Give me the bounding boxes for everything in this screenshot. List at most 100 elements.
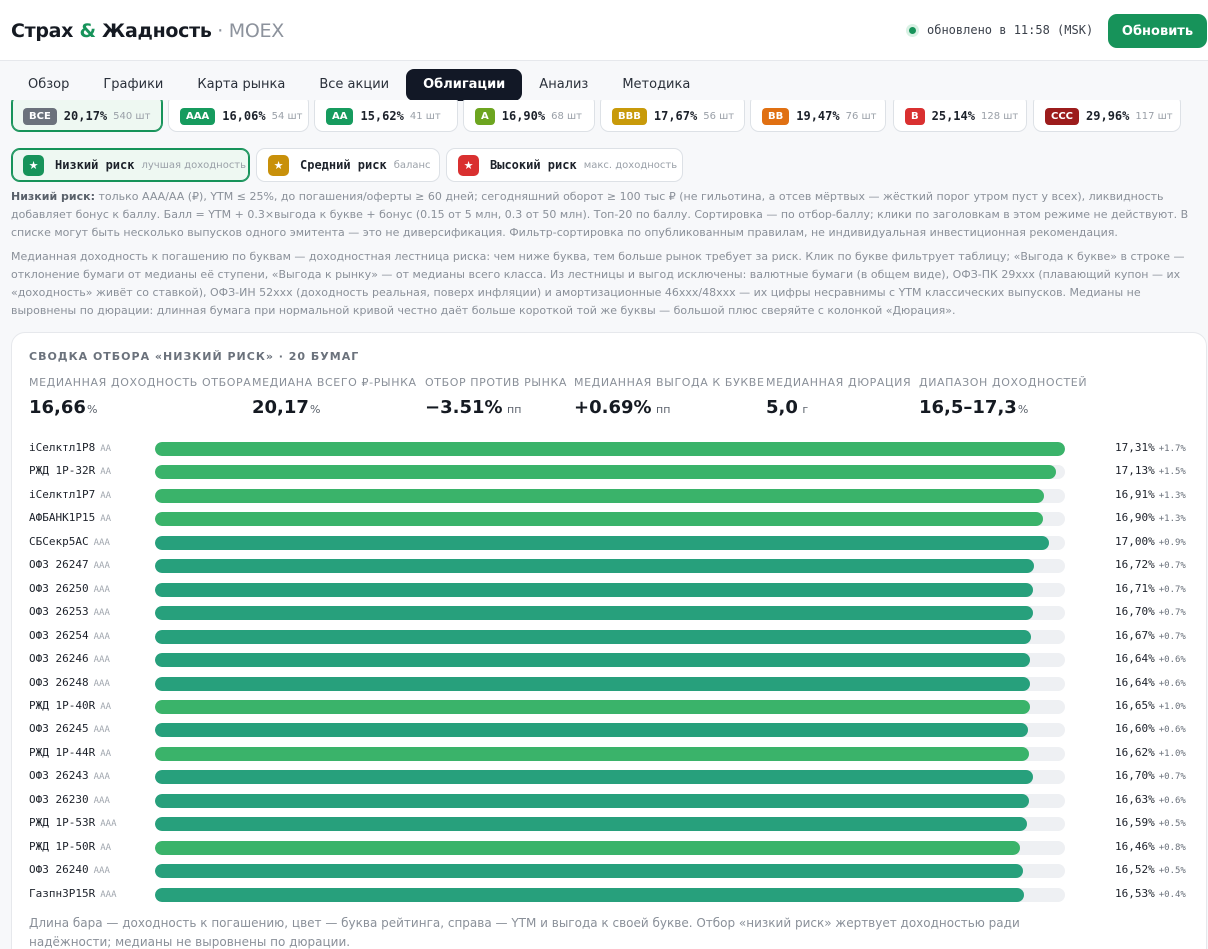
bond-row[interactable]: АФБАНК1Р15 AA 16,90% +1.3% [29,510,1205,527]
bond-row[interactable]: ОФЗ 26247 AAA 16,72% +0.7% [29,557,1205,574]
live-status-icon [906,23,919,37]
bond-row[interactable]: ОФЗ 26243 AAA 16,70% +0.7% [29,768,1205,785]
bond-ytm: 16,70% +0.7% [1115,605,1186,619]
tab-item[interactable]: Анализ [522,69,605,101]
bond-row[interactable]: РЖД 1Р-44R AA 16,62% +1.0% [29,745,1205,761]
bond-bar [155,699,1031,714]
metric-value: 20,17% [252,397,321,418]
rating-median-yield: 19,47% [796,109,840,123]
bond-row[interactable]: ГазпнЗР15R AAA 16,53% +0.4% [29,886,1205,902]
bond-row[interactable]: iСелктл1Р8 AA 17,31% +1.7% [29,440,1205,456]
summary-card: СВОДКА ОТБОРА «НИЗКИЙ РИСК» · 20 БУМАГ М… [11,332,1207,949]
bond-row[interactable]: ОФЗ 26230 AAA 16,63% +0.6% [29,792,1205,808]
bond-name: РЖД 1Р-40R AA [29,698,112,712]
bond-ytm: 16,64% +0.6% [1115,675,1186,689]
rating-chip[interactable]: ВСЕ 20,17% 540 шт [11,100,163,132]
bond-row[interactable]: ОФЗ 26253 AAA 16,70% +0.7% [29,604,1205,621]
refresh-button[interactable]: Обновить [1108,14,1207,48]
bond-row[interactable]: iСелктл1Р7 AA 16,91% +1.3% [29,487,1205,503]
bond-name: ОФЗ 26230 AAA [29,792,110,806]
rating-chip[interactable]: AA 15,62% 41 шт [314,100,458,132]
rating-median-yield: 29,96% [1086,109,1130,123]
bond-name: ОФЗ 26245 AAA [29,722,110,736]
risk-mode-chip[interactable]: ★ Средний риск баланс [256,148,440,182]
bond-ytm: 16,63% +0.6% [1115,792,1186,806]
rating-badge: ВСЕ [23,107,57,125]
bond-rating: AAA [93,608,110,619]
rating-count: 68 шт [551,110,582,122]
tab-item[interactable]: Облигации [406,69,523,101]
low-risk-description: Низкий риск: только AAA/AA (₽), YTM ≤ 25… [11,190,1189,239]
bond-row[interactable]: РЖД 1Р-32R AA 17,13% +1.5% [29,463,1205,480]
bond-rating: AA [100,444,112,454]
bond-bar [155,488,1044,503]
bond-rating: AA [100,467,112,478]
tab-item[interactable]: Методика [605,69,707,101]
bond-delta: +1.0% [1158,748,1186,759]
bond-row[interactable]: ОФЗ 26246 AAA 16,64% +0.6% [29,651,1205,668]
bond-row[interactable]: ОФЗ 26248 AAA 16,64% +0.6% [29,675,1205,691]
bond-bar [155,887,1024,902]
summary-metric: МЕДИАННАЯ ДЮРАЦИЯ 5,0 г [766,376,911,418]
bond-row[interactable]: РЖД 1Р-53R AAA 16,59% +0.5% [29,815,1205,832]
metric-value: 16,5–17,3% [919,397,1029,418]
bond-name: ОФЗ 26253 AAA [29,605,110,619]
bond-name: ОФЗ 26254 AAA [29,628,110,642]
rating-chip[interactable]: B 25,14% 128 шт [893,100,1027,132]
bond-row[interactable]: ОФЗ 26250 AAA 16,71% +0.7% [29,581,1205,597]
rating-chip[interactable]: BB 19,47% 76 шт [750,100,886,132]
rating-filter-row: ВСЕ 20,17% 540 шт AAA 16,06% 54 шт AA 15,62% 41 … [11,100,1208,132]
risk-mode-subtitle: лучшая доходность [141,159,247,171]
bond-name: ОФЗ 26246 AAA [29,652,110,666]
rating-chip[interactable]: A 16,90% 68 шт [463,100,595,132]
tab-item[interactable]: Графики [86,69,180,101]
bond-bar-track [155,465,1065,480]
bond-row[interactable]: РЖД 1Р-40R AA 16,65% +1.0% [29,698,1205,714]
rating-badge: BBB [612,107,647,125]
update-time: обновлено в 11:58 (MSK) [927,23,1094,37]
bond-bar [155,817,1028,832]
risk-mode-chip[interactable]: ★ Низкий риск лучшая доходность [11,148,250,182]
bond-row[interactable]: РЖД 1Р-50R AA 16,46% +0.8% [29,839,1205,855]
bond-rating: AA [100,842,112,853]
bond-delta: +0.7% [1158,772,1186,783]
bond-row[interactable]: СБСекр5АС AAA 17,00% +0.9% [29,534,1205,550]
bond-name: ОФЗ 26248 AAA [29,675,110,689]
bond-delta: +0.6% [1158,725,1186,736]
bond-delta: +0.7% [1158,561,1186,572]
star-icon: ★ [23,154,44,176]
bond-row[interactable]: ОФЗ 26254 AAA 16,67% +0.7% [29,628,1205,644]
rating-count: 56 шт [703,110,735,122]
metric-value: 5,0 г [766,397,809,418]
metric-label: МЕДИАНА ВСЕГО ₽-РЫНКА [252,376,417,389]
bond-rating: AA [100,748,112,759]
tab-item[interactable]: Обзор [11,69,86,101]
bond-ytm: 16,91% +1.3% [1115,487,1186,501]
bond-bar-track [155,629,1065,644]
tab-item[interactable]: Все акции [302,69,406,101]
bond-row[interactable]: ОФЗ 26245 AAA 16,60% +0.6% [29,721,1205,738]
bond-bar [155,606,1033,621]
brand-logo: Страх & Жадность · MOEX [11,20,284,42]
bond-name: ОФЗ 26247 AAA [29,558,110,572]
bond-bar-track [155,746,1065,761]
summary-metric: ОТБОР ПРОТИВ РЫНКА −3.51% пп [425,376,567,418]
rating-median-yield: 17,67% [653,109,698,123]
rating-chip[interactable]: BBB 17,67% 56 шт [600,100,745,132]
bond-bar-track [155,840,1065,855]
rating-chip[interactable]: CCC 29,96% 117 шт [1033,100,1181,132]
bond-bar-track [155,864,1065,879]
rating-chip[interactable]: AAA 16,06% 54 шт [168,100,309,132]
bond-bar-track [155,488,1065,503]
bond-delta: +0.7% [1158,608,1186,619]
bond-name: ОФЗ 26240 AAA [29,863,110,877]
bond-name: РЖД 1Р-32R AA [29,464,112,478]
summary-metric: МЕДИАННАЯ ДОХОДНОСТЬ ОТБОРА 16,66% [29,376,251,418]
bond-bar-track [155,512,1065,527]
tab-item[interactable]: Карта рынка [180,69,302,101]
risk-mode-chip[interactable]: ★ Высокий риск макс. доходность [446,148,683,182]
bond-ytm: 16,53% +0.4% [1115,886,1186,900]
metric-label: ОТБОР ПРОТИВ РЫНКА [425,376,568,389]
bond-row[interactable]: ОФЗ 26240 AAA 16,52% +0.5% [29,862,1205,879]
bond-bar [155,676,1030,691]
